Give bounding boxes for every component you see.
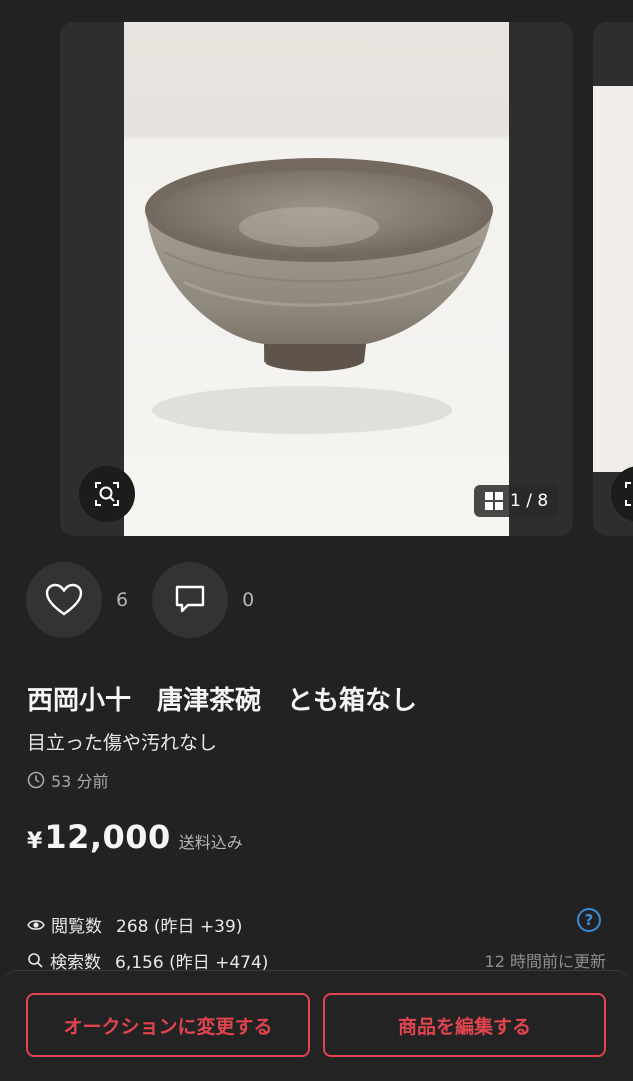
help-icon[interactable]: ? [577, 908, 601, 932]
eye-icon [27, 919, 45, 930]
heart-icon [45, 583, 83, 616]
change-to-auction-button[interactable]: オークションに変更する [26, 993, 310, 1057]
item-title: 西岡小十 唐津茶碗 とも箱なし [27, 686, 418, 716]
posted-time-text: 53 分前 [51, 772, 109, 791]
updated-time: 12 時間前に更新 [484, 952, 606, 971]
views-stat: 閲覧数 268 (昨日 +39) [27, 912, 242, 937]
clock-icon [27, 771, 45, 789]
comment-count: 0 [242, 589, 255, 611]
image-counter[interactable]: 1 / 8 [474, 485, 559, 517]
next-zoom-button[interactable] [611, 466, 633, 522]
next-image-card[interactable] [593, 22, 633, 536]
views-value: 268 (昨日 +39) [116, 917, 243, 937]
price-amount: 12,000 [44, 818, 171, 856]
like-count: 6 [116, 589, 129, 611]
zoom-search-icon [625, 482, 631, 506]
like-button[interactable] [26, 562, 102, 638]
views-label: 閲覧数 [51, 917, 102, 937]
currency-symbol: ¥ [27, 829, 43, 854]
zoom-search-icon [95, 482, 119, 506]
next-product-photo [593, 86, 633, 472]
edit-item-button[interactable]: 商品を編集する [323, 993, 606, 1057]
reaction-row: 6 0 [26, 562, 278, 638]
zoom-button[interactable] [79, 466, 135, 522]
search-icon [28, 953, 43, 968]
comment-icon [175, 585, 205, 613]
item-condition: 目立った傷や汚れなし [27, 732, 218, 754]
item-price: ¥ 12,000 送料込み [27, 818, 243, 856]
grid-icon [485, 492, 503, 510]
image-counter-text: 1 / 8 [510, 491, 549, 511]
image-card[interactable] [60, 22, 573, 536]
posted-time: 53 分前 [27, 768, 108, 792]
comment-button[interactable] [152, 562, 229, 638]
image-carousel[interactable]: 1 / 8 [0, 0, 633, 560]
bottom-action-bar: オークションに変更する 商品を編集する [0, 970, 633, 1081]
shipping-info: 送料込み [178, 833, 243, 852]
product-photo [124, 22, 509, 536]
